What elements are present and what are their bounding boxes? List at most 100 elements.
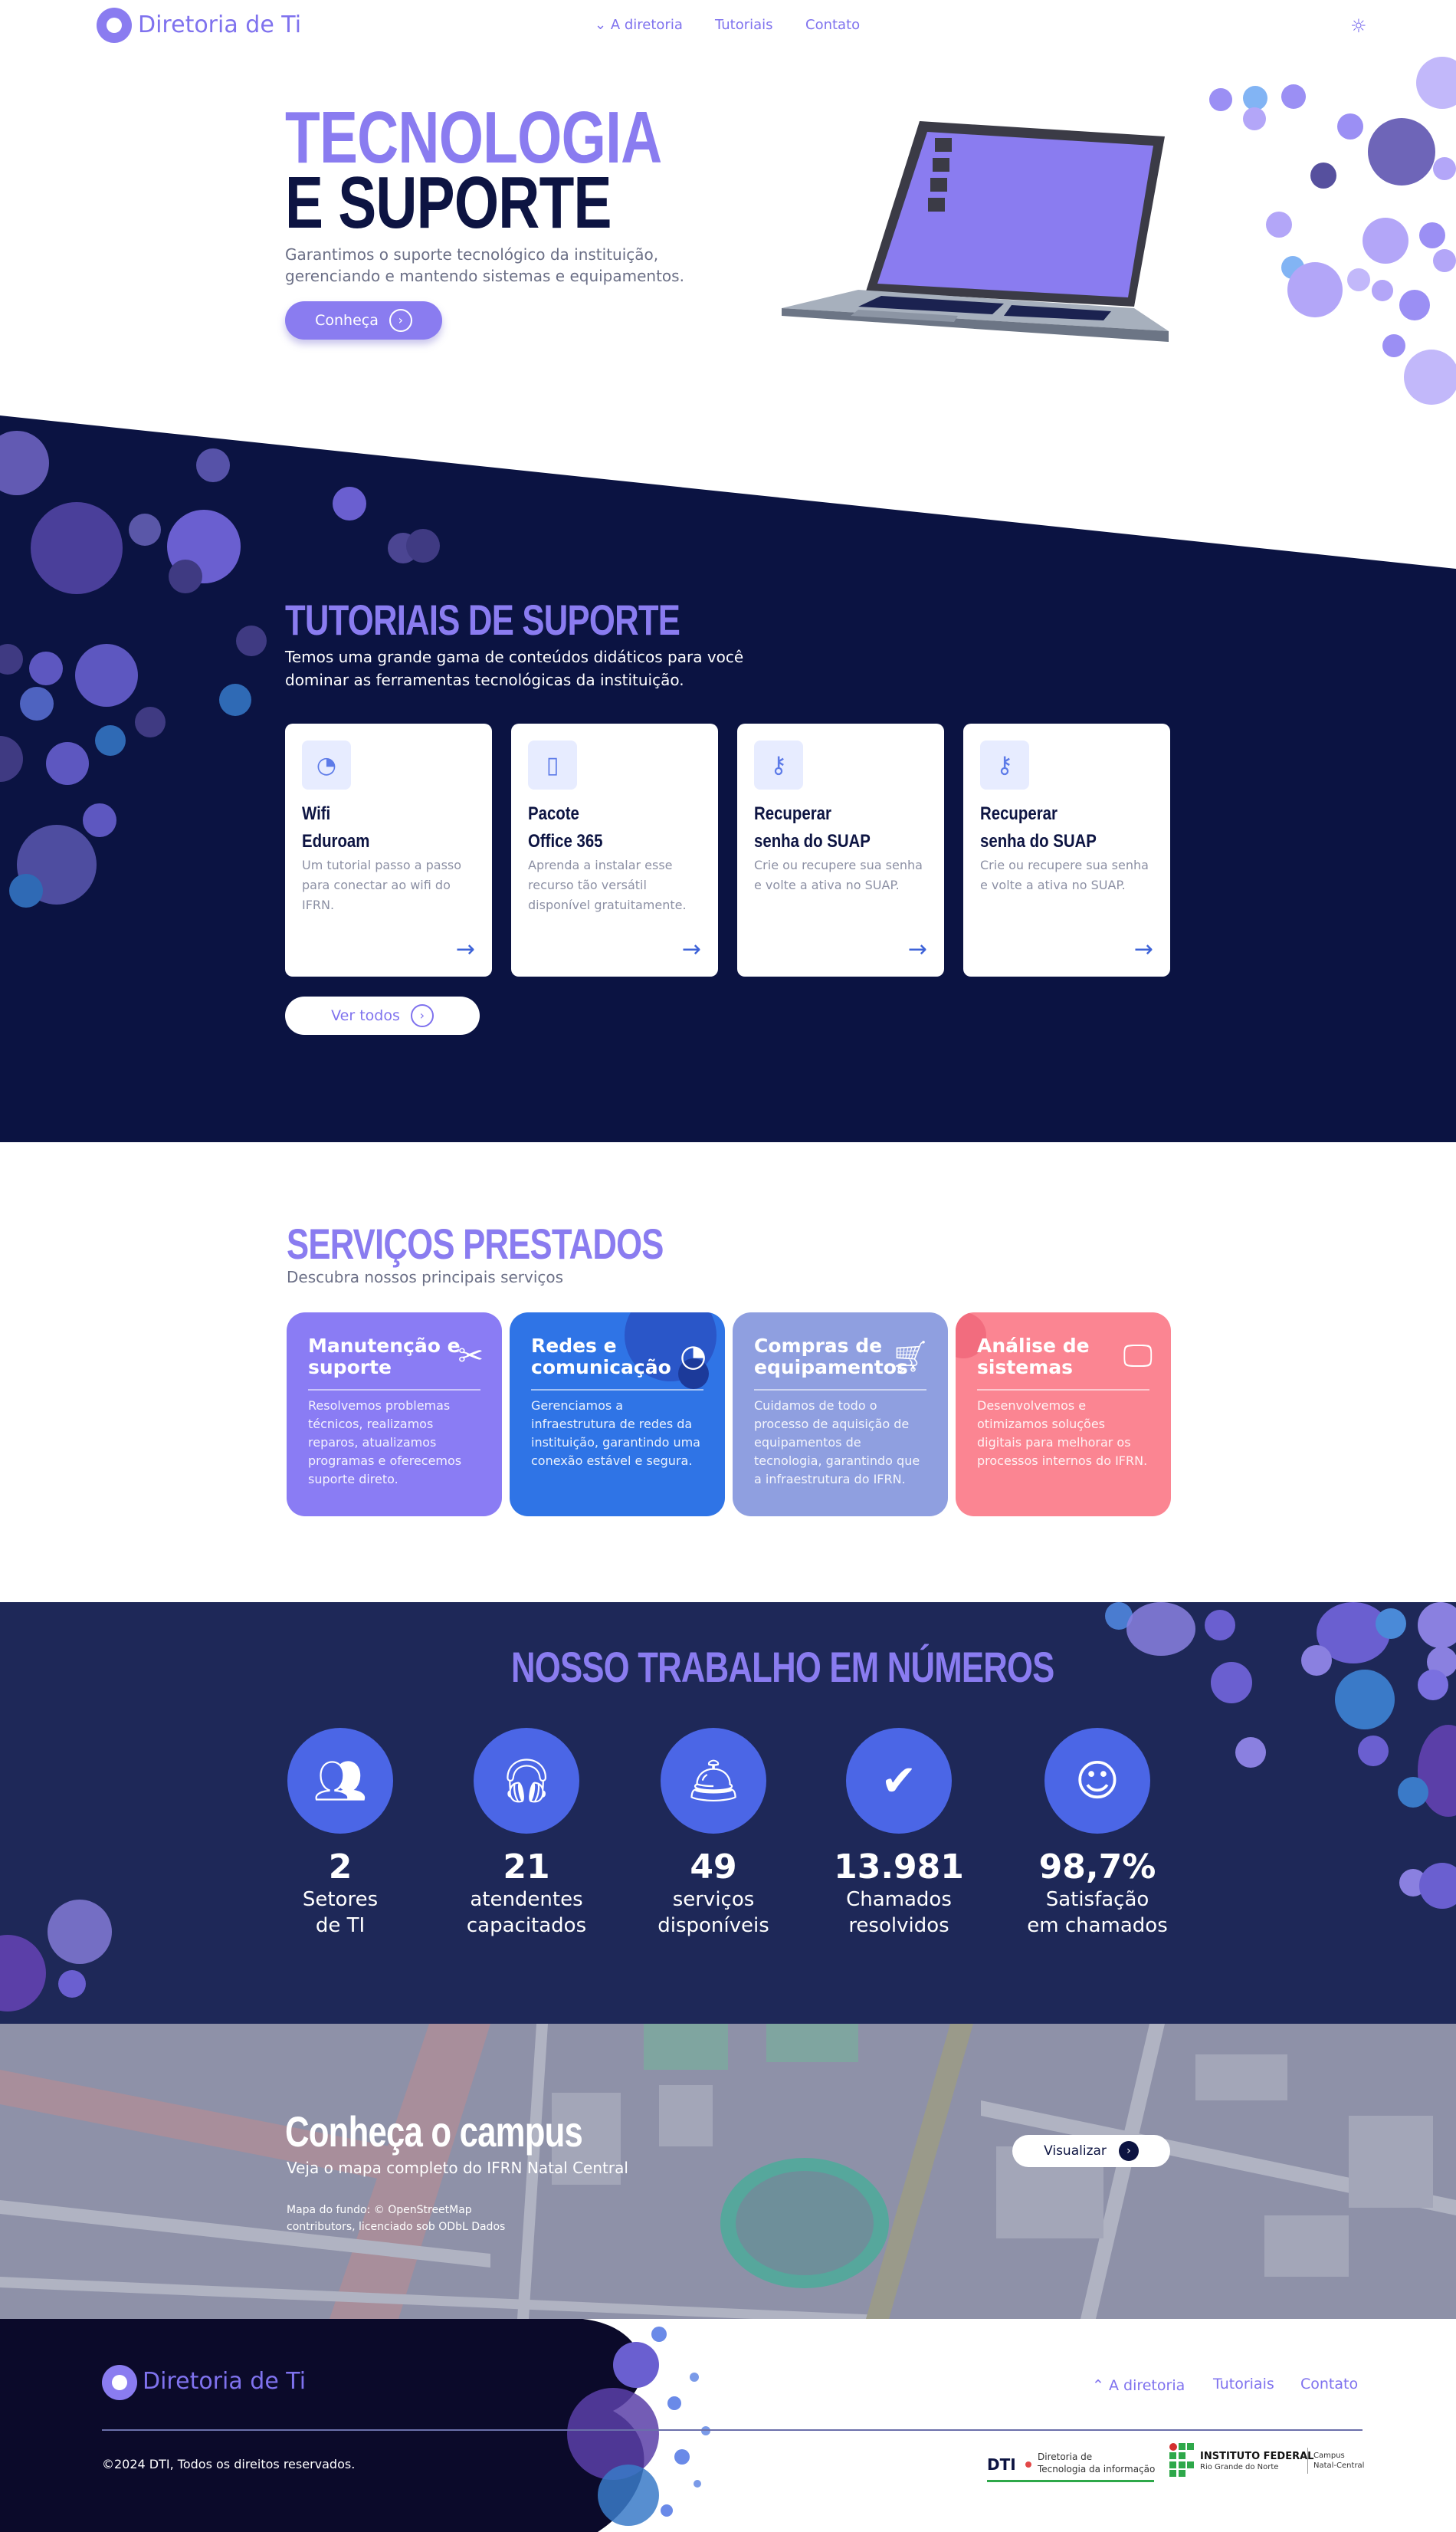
tools-icon: ✂ bbox=[457, 1338, 484, 1374]
decor-bubble bbox=[1404, 350, 1456, 405]
copyright-text: ©2024 DTI, Todos os direitos reservados. bbox=[102, 2457, 356, 2471]
divider bbox=[754, 1389, 926, 1391]
decor-bubble bbox=[1433, 157, 1456, 180]
arrow-right-icon[interactable]: → bbox=[1134, 936, 1153, 963]
services-section: SERVIÇOS PRESTADOS Descubra nossos princ… bbox=[0, 1142, 1456, 1602]
stat-satisfacao: ☺ 98,7% Satisfação em chamados bbox=[1005, 1728, 1189, 1939]
ver-todos-button[interactable]: Ver todos › bbox=[285, 997, 480, 1035]
nav-item-a-diretoria[interactable]: ⌄ A diretoria bbox=[595, 17, 683, 33]
wifi-icon: ◔ bbox=[680, 1338, 707, 1374]
tutorials-section: TUTORIAIS DE SUPORTE Temos uma grande ga… bbox=[0, 583, 1456, 1043]
footer-nav-contato[interactable]: Contato bbox=[1300, 2376, 1358, 2392]
decor-bubble bbox=[1287, 262, 1343, 317]
tutorial-card-suap-2[interactable]: ⚷ Recuperar senha do SUAP Crie ou recuper… bbox=[963, 724, 1170, 977]
decor-bubble bbox=[1399, 290, 1430, 320]
map-background bbox=[0, 2024, 1456, 2319]
service-card-redes[interactable]: Redes e comunicação ◔ Gerenciamos a infr… bbox=[510, 1312, 725, 1516]
tutorial-card-suap[interactable]: ⚷ Recuperar senha do SUAP Crie ou recuper… bbox=[737, 724, 944, 977]
service-card-manutencao[interactable]: Manutenção e suporte ✂ Resolvemos proble… bbox=[287, 1312, 502, 1516]
service-bell-icon: 🛎︎ bbox=[661, 1728, 766, 1834]
key-icon: ⚷ bbox=[980, 741, 1029, 790]
tutorials-description: Temos uma grande gama de conteúdos didát… bbox=[285, 648, 744, 689]
stat-chamados: ✔ 13.981 Chamados resolvidos bbox=[807, 1728, 991, 1939]
arrow-right-icon: › bbox=[1118, 2141, 1139, 2161]
stat-servicos: 🛎︎ 49 serviços disponíveis bbox=[621, 1728, 805, 1939]
arrow-right-icon: › bbox=[410, 1004, 434, 1027]
decor-bubble bbox=[1337, 113, 1363, 140]
nav-item-tutoriais[interactable]: Tutoriais bbox=[715, 17, 773, 33]
office-icon: ▯ bbox=[528, 741, 577, 790]
decor-bubble bbox=[1419, 222, 1445, 248]
decor-bubble bbox=[1363, 218, 1408, 264]
nav-item-contato[interactable]: Contato bbox=[805, 17, 860, 33]
divider bbox=[308, 1389, 480, 1391]
hero-description: Garantimos o suporte tecnológico da inst… bbox=[285, 245, 684, 285]
decor-bubble bbox=[1281, 84, 1306, 109]
decor-bubble bbox=[1209, 88, 1232, 111]
logo-icon[interactable] bbox=[97, 8, 132, 43]
decor-bubble bbox=[1368, 118, 1435, 186]
numbers-title: NOSSO TRABALHO EM NÚMEROS bbox=[511, 1643, 1054, 1691]
chevron-down-icon: ⌄ bbox=[595, 17, 607, 33]
service-card-compras[interactable]: Compras de equipamentos 🛒︎ Cuidamos de t… bbox=[733, 1312, 948, 1516]
if-logo: INSTITUTO FEDERAL Rio Grande do Norte Ca… bbox=[1169, 2442, 1369, 2480]
arrow-right-icon[interactable]: → bbox=[456, 936, 475, 963]
decor-bubble bbox=[1310, 163, 1336, 189]
green-underline bbox=[987, 2480, 1154, 2482]
decor-bubble bbox=[1433, 249, 1456, 272]
map-credit: Mapa do fundo: © OpenStreetMap contribut… bbox=[287, 2204, 506, 2233]
card-description: Aprenda a instalar esse recurso tão vers… bbox=[528, 858, 687, 912]
arrow-right-icon[interactable]: → bbox=[908, 936, 927, 963]
footer-dark-shape bbox=[0, 2319, 690, 2532]
card-description: Crie ou recupere sua senha e volte a ati… bbox=[980, 858, 1149, 892]
monitor-icon: 🖵 bbox=[1123, 1338, 1153, 1374]
hero-title-line2: E SUPORTE bbox=[285, 162, 612, 244]
decor-bubble bbox=[1416, 57, 1456, 109]
cart-icon: 🛒︎ bbox=[890, 1339, 930, 1374]
chevron-up-icon: ⌃ bbox=[1092, 2377, 1104, 2394]
decor-bubble bbox=[1347, 268, 1370, 291]
site-header: Diretoria de Ti ⌄ A diretoria Tutoriais … bbox=[0, 0, 1456, 54]
campus-map-section: Conheça o campus Veja o mapa completo do… bbox=[0, 2024, 1456, 2319]
card-description: Crie ou recupere sua senha e volte a ati… bbox=[754, 858, 923, 892]
tutorials-title: TUTORIAIS DE SUPORTE bbox=[285, 596, 680, 644]
stat-atendentes: 🎧︎ 21 atendentes capacitados bbox=[435, 1728, 618, 1939]
campus-subtitle: Veja o mapa completo do IFRN Natal Centr… bbox=[287, 2159, 628, 2177]
if-mark-icon bbox=[1169, 2443, 1194, 2477]
sun-icon[interactable]: ☼ bbox=[1350, 15, 1367, 37]
tutorial-card-wifi[interactable]: ◔ Wifi Eduroam Um tutorial passo a passo … bbox=[285, 724, 492, 977]
headset-icon: 🎧︎ bbox=[474, 1728, 579, 1834]
card-description: Um tutorial passo a passo para conectar … bbox=[302, 858, 462, 912]
hero-section: TECNOLOGIA E SUPORTE Garantimos o suport… bbox=[0, 54, 1456, 422]
footer-nav-tutoriais[interactable]: Tutoriais bbox=[1213, 2376, 1274, 2392]
divider bbox=[977, 1389, 1149, 1391]
decor-bubble bbox=[1243, 107, 1266, 130]
check-icon: ✔ bbox=[846, 1728, 952, 1834]
arrow-right-icon[interactable]: → bbox=[682, 936, 701, 963]
key-icon: ⚷ bbox=[754, 741, 803, 790]
services-subtitle: Descubra nossos principais serviços bbox=[287, 1268, 564, 1286]
decor-bubble bbox=[1372, 280, 1393, 301]
visualizar-button[interactable]: Visualizar › bbox=[1012, 2135, 1170, 2167]
arrow-right-icon: › bbox=[389, 309, 412, 332]
logo-text[interactable]: Diretoria de Ti bbox=[138, 11, 301, 38]
laptop-illustration bbox=[782, 121, 1169, 342]
footer-nav-a-diretoria[interactable]: ⌃ A diretoria bbox=[1092, 2377, 1185, 2394]
services-title: SERVIÇOS PRESTADOS bbox=[287, 1220, 664, 1268]
group-icon: 👥︎ bbox=[287, 1728, 393, 1834]
footer-logo-icon[interactable] bbox=[102, 2365, 137, 2400]
site-footer: Diretoria de Ti ⌃ A diretoria Tutoriais … bbox=[0, 2319, 1456, 2532]
service-card-analise[interactable]: Análise de sistemas 🖵 Desenvolvemos e ot… bbox=[956, 1312, 1171, 1516]
decor-bubble bbox=[1382, 334, 1405, 357]
conheca-button[interactable]: Conheça › bbox=[285, 301, 442, 340]
campus-title: Conheça o campus bbox=[285, 2107, 583, 2156]
tutorial-card-office[interactable]: ▯ Pacote Office 365 Aprenda a instalar es… bbox=[511, 724, 718, 977]
dti-logo: DTI Diretoria de Tecnologia da informaçã… bbox=[987, 2448, 1156, 2483]
footer-divider bbox=[102, 2429, 1363, 2431]
footer-logo-text[interactable]: Diretoria de Ti bbox=[143, 2368, 306, 2395]
wifi-icon: ◔ bbox=[302, 741, 351, 790]
decor-bubble bbox=[1266, 212, 1292, 238]
numbers-section: NOSSO TRABALHO EM NÚMEROS 👥︎ 2 Setores d… bbox=[0, 1602, 1456, 2024]
divider bbox=[531, 1389, 703, 1391]
dot-icon bbox=[1025, 2461, 1031, 2468]
